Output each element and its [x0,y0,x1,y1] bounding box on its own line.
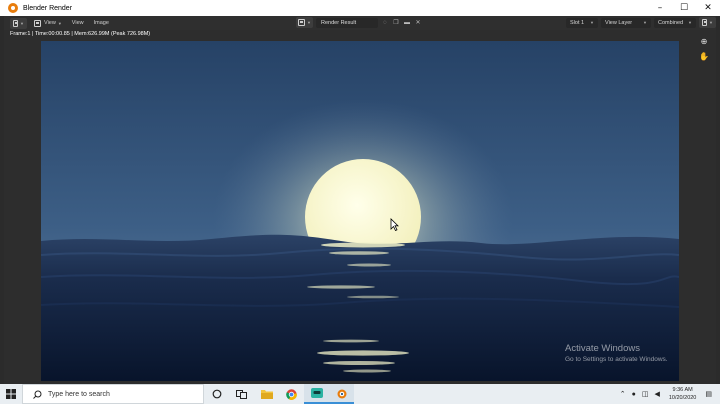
window-controls: – ☐ ✕ [648,0,720,16]
close-button[interactable]: ✕ [696,0,720,16]
chrome-button[interactable] [279,384,304,404]
microphone-icon[interactable]: ● [632,391,636,398]
view-mode-label: View [44,20,56,26]
zoom-icon[interactable]: ⊕ [698,35,710,47]
chevron-down-icon: ▼ [20,20,24,26]
viewer-nav-tools: ⊕ ✋ [698,35,710,65]
editor-mode-menu[interactable]: View ▼ [31,18,65,29]
windows-logo-icon [6,389,16,399]
activate-windows-watermark: Activate Windows Go to Settings to activ… [565,343,668,363]
chevron-down-icon: ▼ [307,20,311,25]
minimize-button[interactable]: – [648,0,672,16]
app-button-teal[interactable] [304,384,329,404]
search-icon [33,390,42,399]
cortana-circle-icon [212,389,221,399]
menu-image[interactable]: Image [91,18,112,29]
image-editor-icon [13,19,19,27]
browse-image-button[interactable]: ▼ [296,17,313,28]
render-pass-label: Combined [658,19,684,26]
slot-label: Slot 1 [570,19,585,26]
search-placeholder: Type here to search [48,390,110,398]
blender-taskbar-button[interactable] [329,384,354,404]
teal-app-icon [310,388,323,398]
title-bar: Blender Render – ☐ ✕ [0,0,720,16]
notifications-icon[interactable]: ▤ [705,390,712,398]
menu-view[interactable]: View [69,18,87,29]
image-name-field[interactable]: Render Result [316,17,378,28]
unlink-close-icon[interactable]: ✕ [414,19,422,27]
blender-logo-icon [8,3,18,13]
watermark-title: Activate Windows [565,343,640,354]
volume-icon[interactable]: ◀ [654,390,659,398]
view-layer-label: View Layer [605,19,633,26]
pan-hand-icon[interactable]: ✋ [698,50,710,62]
view-mode-icon [34,19,41,27]
chevron-down-icon: ▼ [643,20,647,25]
chevron-down-icon: ▼ [590,20,594,25]
fake-user-shield-icon[interactable]: ◌ [381,19,389,27]
folder-icon [260,390,273,399]
watermark-subtitle: Go to Settings to activate Windows. [565,356,668,363]
render-pass-dropdown[interactable]: Combined ▼ [654,17,696,28]
view-layer-dropdown[interactable]: View Layer ▼ [601,17,651,28]
image-browse-icon [298,19,306,26]
taskbar-clock[interactable]: 9:36 AM 10/20/2020 [669,386,697,402]
chevron-down-icon: ▼ [688,20,692,25]
taskbar-search-box[interactable]: Type here to search [22,384,204,404]
network-icon[interactable]: ◫ [642,390,649,398]
show-hidden-icons-icon[interactable]: ⌃ [620,390,626,398]
render-result-image [41,41,679,381]
open-folder-icon[interactable]: ▬ [403,19,411,27]
render-stats-text: Frame:1 | Time:00:00.85 | Mem:626.99M (P… [10,31,151,37]
cortana-button[interactable] [204,384,229,404]
image-selector: ▼ Render Result ◌ ❐ ▬ ✕ [296,17,422,28]
chrome-icon [286,388,297,400]
windows-taskbar: Type here to search ⌃ ● ◫ ◀ 9:36 AM 10/2… [0,384,720,404]
task-view-button[interactable] [229,384,254,404]
clock-time: 9:36 AM [672,387,693,393]
maximize-button[interactable]: ☐ [672,0,696,16]
duplicate-image-icon[interactable]: ❐ [392,19,400,27]
slot-dropdown[interactable]: Slot 1 ▼ [566,17,598,28]
display-channels-icon [702,19,708,26]
window-title: Blender Render [23,4,73,12]
blender-icon [337,389,347,398]
file-explorer-button[interactable] [254,384,279,404]
chevron-down-icon: ▼ [709,20,713,25]
display-channels-button[interactable]: ▼ [699,17,716,28]
system-tray: ⌃ ● ◫ ◀ 9:36 AM 10/20/2020 ▤ [617,384,720,404]
image-viewer-area[interactable]: Frame:1 | Time:00:00.85 | Mem:626.99M (P… [4,30,716,384]
mouse-cursor-icon [390,218,399,231]
clock-date: 10/20/2020 [668,395,697,401]
editor-type-button[interactable]: ▼ [10,17,27,29]
task-view-icon [236,390,247,399]
blender-render-window: Blender Render – ☐ ✕ ▼ View ▼ View Image… [0,0,720,384]
render-slot-controls: Slot 1 ▼ View Layer ▼ Combined ▼ ▼ [563,17,716,28]
start-button[interactable] [0,384,22,404]
chevron-down-icon: ▼ [57,20,62,26]
image-editor-header: ▼ View ▼ View Image ▼ Render Result ◌ ❐ … [4,16,716,30]
